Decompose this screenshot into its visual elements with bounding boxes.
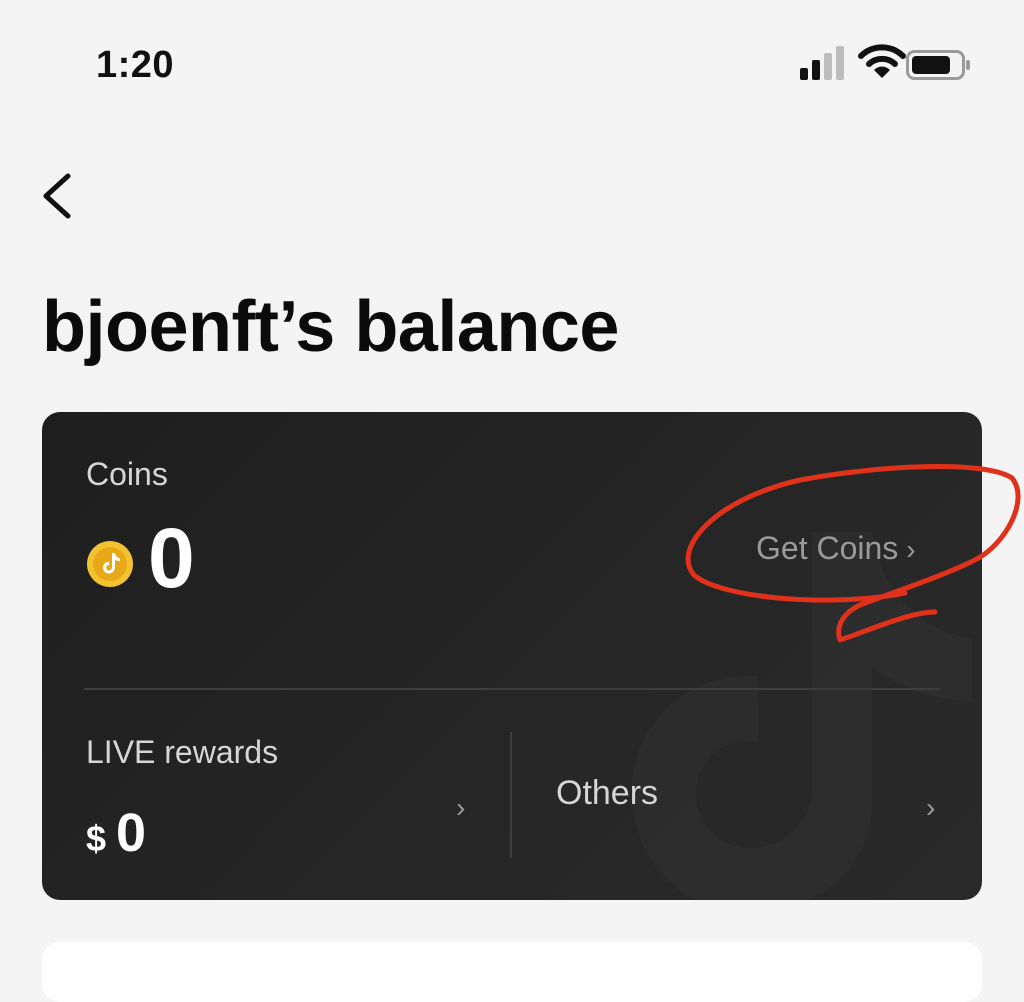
live-rewards-label: LIVE rewards [86,734,279,770]
live-rewards-value: 0 [116,803,147,863]
chevron-right-icon: › [926,792,936,823]
back-button[interactable] [34,164,82,228]
chevron-right-icon: › [456,792,466,823]
coins-balance-value: 0 [148,511,195,605]
others-label: Others [556,774,659,812]
signal-icon [800,46,844,80]
tiktok-coin-icon [87,541,133,587]
next-card [42,942,982,1002]
status-time: 1:20 [96,44,175,86]
chevron-right-icon: › [906,534,916,565]
divider [84,688,940,690]
get-coins-button[interactable]: Get Coins › [756,530,916,567]
live-rewards-row[interactable]: LIVE rewards $ 0 › [42,692,510,900]
live-rewards-currency: $ [86,818,107,859]
chevron-left-icon [43,173,71,219]
coins-label: Coins [86,456,168,492]
balance-card: Coins 0 Get Coins › LIVE rewards $ 0 › Ot… [42,412,982,900]
battery-icon [906,50,970,80]
wifi-icon [858,44,906,78]
page-title: bjoenft’s balance [42,287,619,367]
get-coins-label: Get Coins [756,530,899,566]
others-row[interactable]: Others › [512,692,982,900]
